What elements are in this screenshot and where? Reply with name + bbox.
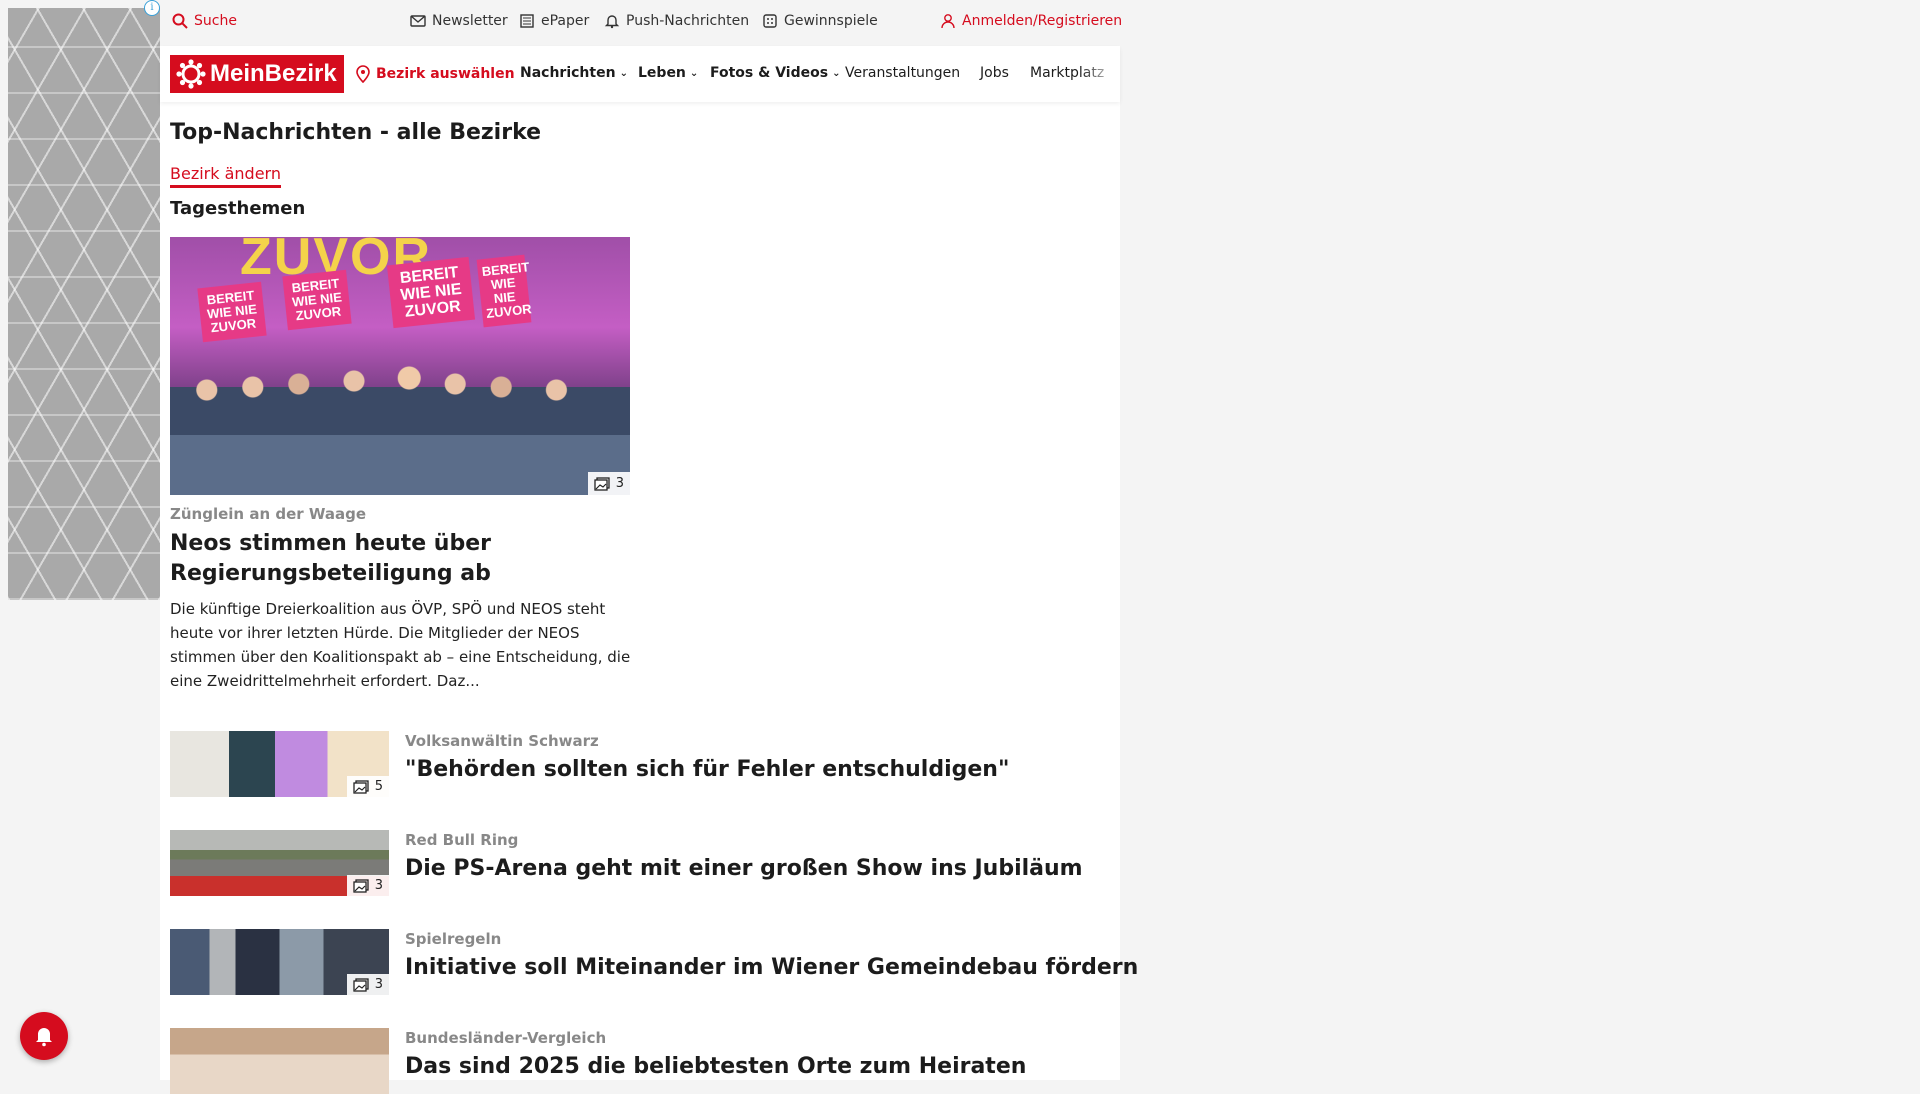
nav-leben[interactable]: Leben ⌄ — [638, 65, 698, 81]
feature-image-crowd — [170, 345, 630, 495]
article-thumbnail[interactable]: 3 — [170, 929, 389, 995]
logo[interactable]: MeinBezirk — [170, 55, 344, 93]
newsletter-label: Newsletter — [432, 13, 508, 29]
nav-jobs-label: Jobs — [980, 65, 1009, 81]
nav-fade — [1080, 46, 1120, 102]
page-title: Top-Nachrichten - alle Bezirke — [170, 120, 542, 145]
user-icon — [941, 14, 955, 29]
feature-headline[interactable]: Neos stimmen heute über Regierungsbeteil… — [170, 529, 640, 589]
push-notification-button[interactable] — [20, 1012, 68, 1060]
search-link[interactable]: Suche — [172, 13, 237, 29]
chevron-down-icon: ⌄ — [689, 67, 699, 79]
article-list: 5 Volksanwältin Schwarz "Behörden sollte… — [170, 731, 1138, 1094]
ad-skyscraper[interactable] — [8, 8, 160, 600]
feature-image-sign: BEREIT WIE NIE ZUVOR — [282, 269, 352, 331]
gallery-badge: 3 — [346, 974, 389, 995]
gallery-icon — [353, 977, 369, 992]
epaper-label: ePaper — [541, 13, 590, 29]
push-label: Push-Nachrichten — [626, 13, 750, 29]
gallery-count: 3 — [615, 476, 624, 491]
gallery-badge: 3 — [346, 875, 389, 896]
nav-nachrichten[interactable]: Nachrichten ⌄ — [520, 65, 628, 81]
article-thumbnail[interactable] — [170, 1028, 389, 1094]
gallery-icon — [353, 878, 369, 893]
gift-icon — [763, 14, 777, 28]
bezirk-select-label: Bezirk auswählen — [376, 66, 515, 82]
newsletter-link[interactable]: Newsletter — [410, 13, 508, 29]
bell-icon — [604, 15, 620, 29]
article-thumbnail[interactable]: 5 — [170, 731, 389, 797]
section-title: Tagesthemen — [170, 198, 306, 219]
search-label: Suche — [194, 13, 237, 29]
gallery-count: 3 — [374, 977, 383, 992]
mail-icon — [410, 15, 426, 27]
article-thumbnail[interactable]: 3 — [170, 830, 389, 896]
article-headline[interactable]: Das sind 2025 die beliebtesten Orte zum … — [405, 1054, 1026, 1079]
feature-image-sign: BEREIT WIE NIE ZUVOR — [386, 256, 476, 329]
epaper-link[interactable]: ePaper — [519, 13, 589, 29]
push-link[interactable]: Push-Nachrichten — [604, 13, 749, 29]
nav-veranstaltungen[interactable]: Veranstaltungen — [845, 65, 960, 81]
login-link[interactable]: Anmelden/Registrieren — [940, 13, 1122, 29]
ad-info-icon[interactable]: i — [144, 0, 160, 16]
newspaper-icon — [520, 14, 534, 28]
nav-nachrichten-label: Nachrichten — [520, 65, 616, 81]
list-item[interactable]: 3 Spielregeln Initiative soll Miteinande… — [170, 929, 1138, 995]
nav-jobs[interactable]: Jobs — [980, 65, 1009, 81]
bezirk-select[interactable]: Bezirk auswählen — [356, 65, 515, 83]
feature-image[interactable]: ZUVOR BEREIT WIE NIE ZUVOR BEREIT WIE NI… — [170, 237, 630, 495]
chevron-down-icon: ⌄ — [832, 67, 841, 79]
article-kicker: Spielregeln — [405, 930, 502, 948]
gewinnspiele-label: Gewinnspiele — [784, 13, 878, 29]
main-nav: MeinBezirk Bezirk auswählen Nachrichten ⌄… — [160, 46, 1120, 102]
list-item[interactable]: Bundesländer-Vergleich Das sind 2025 die… — [170, 1028, 1110, 1094]
nav-leben-label: Leben — [638, 65, 686, 81]
nav-veranstaltungen-label: Veranstaltungen — [845, 65, 961, 81]
login-label: Anmelden/Registrieren — [962, 13, 1123, 29]
location-pin-icon — [356, 65, 370, 83]
gallery-icon — [594, 476, 610, 491]
article-kicker: Bundesländer-Vergleich — [405, 1029, 607, 1047]
feature-image-sign: BEREIT WIE NIE ZUVOR — [476, 254, 532, 328]
bell-icon — [36, 1028, 52, 1047]
article-kicker: Volksanwältin Schwarz — [405, 732, 599, 750]
feature-kicker: Zünglein an der Waage — [170, 505, 367, 523]
utility-bar: Suche Newsletter ePaper Push-Nachrichten… — [160, 0, 1122, 46]
article-headline[interactable]: "Behörden sollten sich für Fehler entsch… — [405, 757, 1009, 782]
page-column: Suche Newsletter ePaper Push-Nachrichten… — [160, 0, 1138, 1094]
list-item[interactable]: 3 Red Bull Ring Die PS-Arena geht mit ei… — [170, 830, 1110, 896]
article-kicker: Red Bull Ring — [405, 831, 519, 849]
gallery-count: 5 — [374, 779, 383, 794]
gallery-count: 3 — [374, 878, 383, 893]
nav-fotos-videos-label: Fotos & Videos — [710, 65, 829, 81]
logo-sun-icon — [176, 59, 206, 89]
main-content: Top-Nachrichten - alle Bezirke Bezirk än… — [160, 120, 1138, 1094]
article-headline[interactable]: Die PS-Arena geht mit einer großen Show … — [405, 856, 1083, 881]
gallery-icon — [353, 779, 369, 794]
chevron-down-icon: ⌄ — [619, 67, 628, 79]
feature-teaser[interactable]: Die künftige Dreierkoalition aus ÖVP, SP… — [170, 597, 640, 693]
change-bezirk-link[interactable]: Bezirk ändern — [170, 164, 281, 188]
logo-text: MeinBezirk — [210, 60, 337, 87]
article-headline[interactable]: Initiative soll Miteinander im Wiener Ge… — [405, 955, 1138, 980]
nav-fotos-videos[interactable]: Fotos & Videos ⌄ — [710, 65, 840, 81]
list-item[interactable]: 5 Volksanwältin Schwarz "Behörden sollte… — [170, 731, 1110, 797]
search-icon — [172, 13, 188, 29]
gallery-badge: 3 — [587, 472, 630, 495]
feature-image-sign: BEREIT WIE NIE ZUVOR — [197, 281, 267, 343]
gewinnspiele-link[interactable]: Gewinnspiele — [762, 13, 878, 29]
gallery-badge: 5 — [346, 776, 389, 797]
